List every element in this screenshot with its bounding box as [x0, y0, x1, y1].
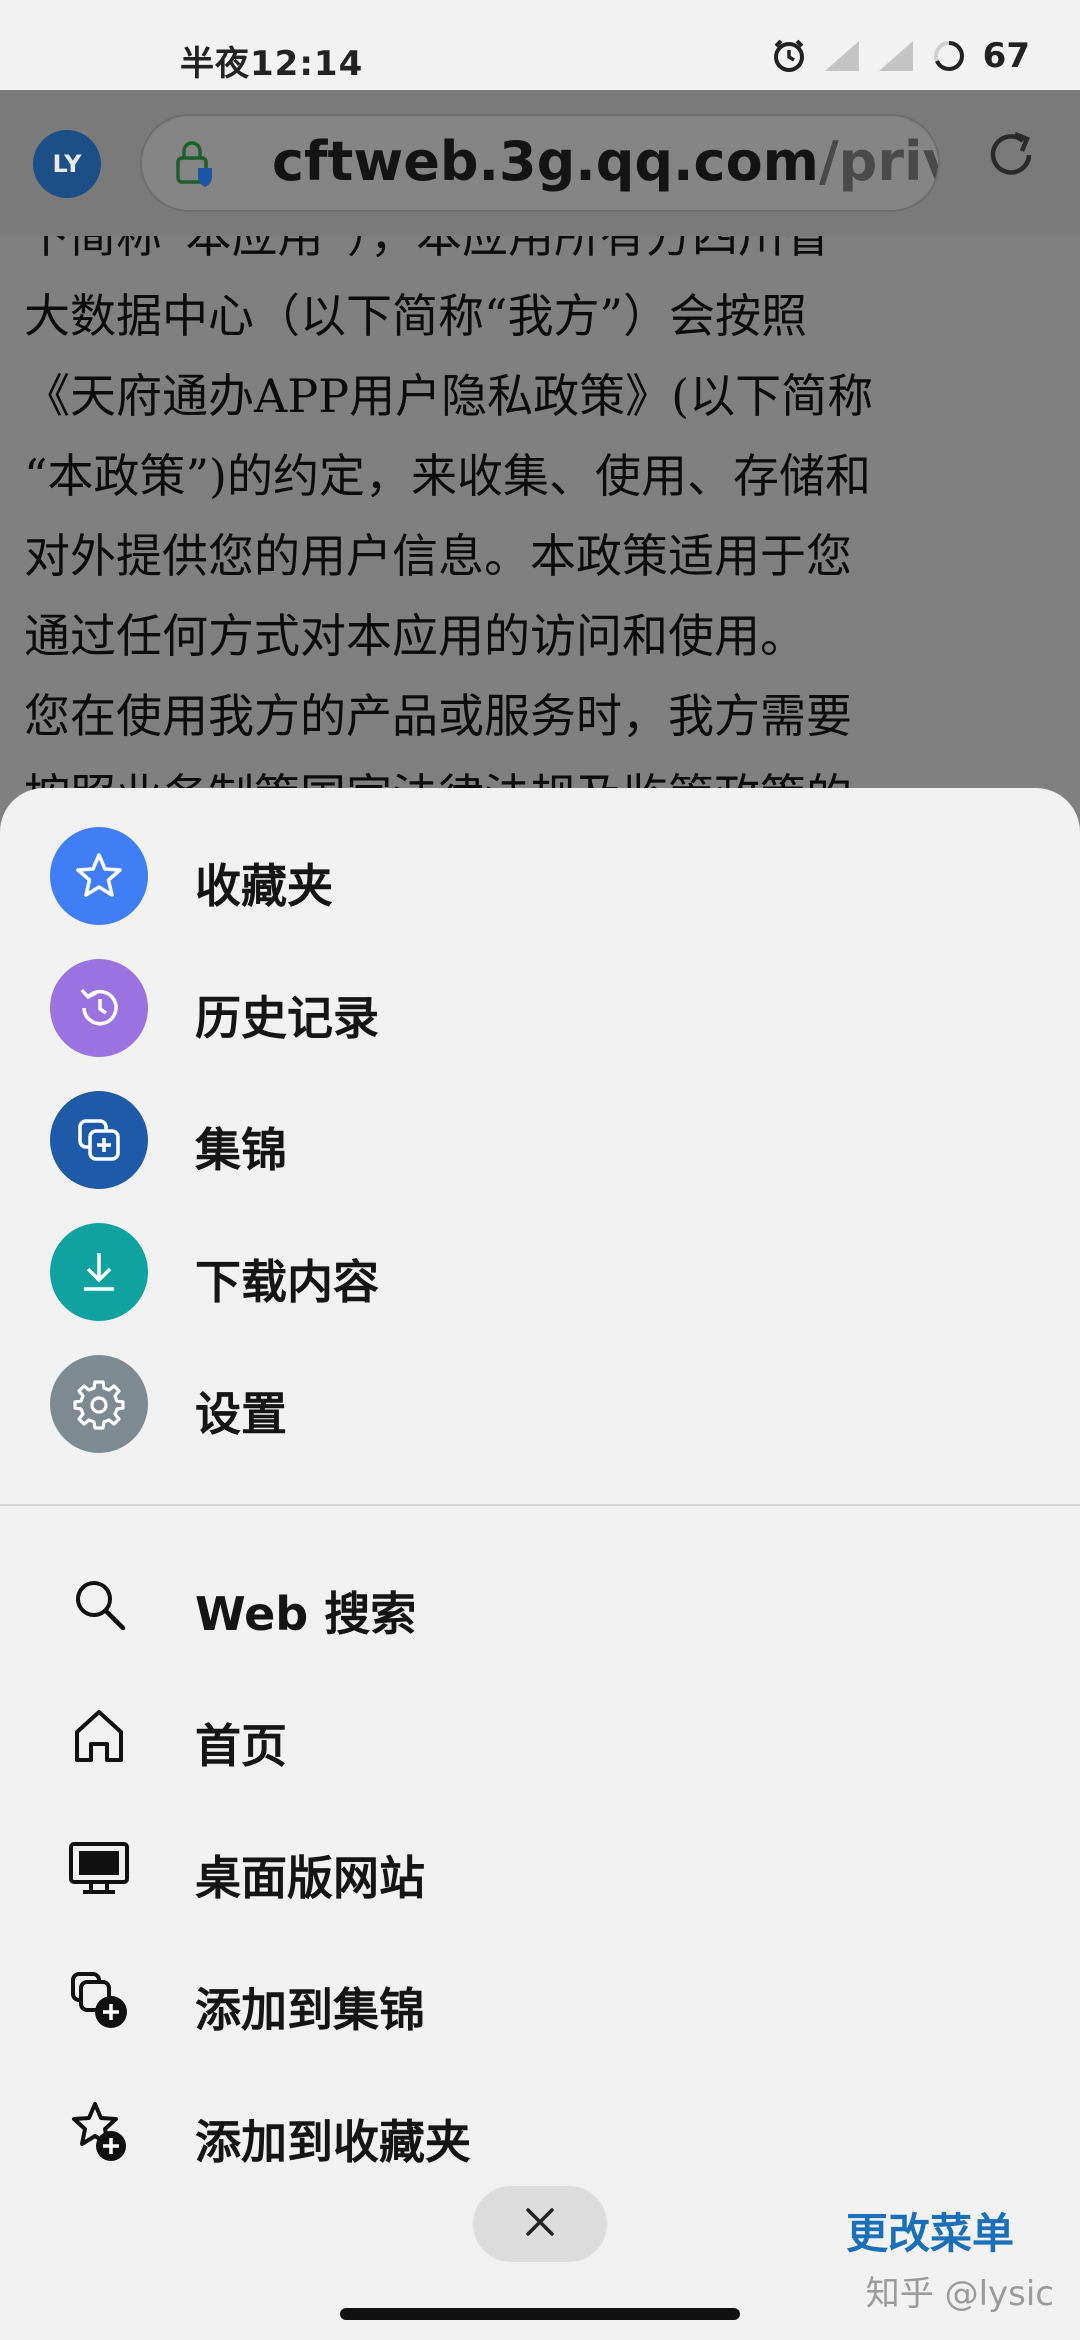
- signal-icon: [877, 39, 915, 73]
- text-line: 《天府通办APP用户隐私政策》(以下简称: [24, 369, 874, 423]
- menu-item-favorites[interactable]: 收藏夹: [0, 810, 1080, 942]
- text-line: 通过任何方式对本应用的访问和使用。: [24, 609, 806, 663]
- menu-label: 集锦: [195, 1123, 287, 1177]
- refresh-icon[interactable]: [982, 126, 1040, 188]
- menu-label: 收藏夹: [195, 859, 333, 913]
- text-line: “本政策”)的约定，来收集、使用、存储和: [24, 449, 871, 503]
- menu-label: 桌面版网站: [195, 1851, 425, 1905]
- star-icon: [50, 827, 148, 925]
- desktop-icon: [62, 1836, 136, 1900]
- menu-item-collections[interactable]: 集锦: [0, 1074, 1080, 1206]
- add-to-collections-icon: [62, 1968, 136, 2032]
- home-icon: [62, 1704, 136, 1768]
- add-to-favorites-icon: [62, 2100, 136, 2164]
- menu-label: 首页: [195, 1719, 287, 1773]
- menu-item-history[interactable]: 历史记录: [0, 942, 1080, 1074]
- history-icon: [50, 959, 148, 1057]
- menu-item-home[interactable]: 首页: [0, 1670, 1080, 1802]
- menu-label: Web 搜索: [195, 1587, 417, 1641]
- privacy-policy-text: 下简称“本应用”），本应用所有方四川省 大数据中心（以下简称“我方”）会按照 《…: [24, 236, 1064, 796]
- profile-avatar[interactable]: LY: [33, 130, 101, 198]
- search-icon: [62, 1572, 136, 1636]
- text-line: 对外提供您的用户信息。本政策适用于您: [24, 529, 852, 583]
- battery-ring-icon: [931, 38, 967, 74]
- close-icon: [522, 2204, 558, 2244]
- lock-shield-icon[interactable]: [172, 138, 216, 192]
- watermark: 知乎 @lysic: [865, 2274, 1054, 2314]
- signal-icon: [823, 39, 861, 73]
- menu-item-desktop-site[interactable]: 桌面版网站: [0, 1802, 1080, 1934]
- gear-icon: [50, 1355, 148, 1453]
- web-page-content: 下简称“本应用”），本应用所有方四川省 大数据中心（以下简称“我方”）会按照 《…: [0, 236, 1080, 796]
- collections-icon: [50, 1091, 148, 1189]
- browser-menu-sheet: 收藏夹 历史记录 集锦 下载内容 设置 Web 搜索 首页 桌面版网站 添加到集…: [0, 788, 1080, 2340]
- status-bar: 半夜12:14 67: [0, 0, 1080, 90]
- menu-label: 设置: [195, 1387, 287, 1441]
- text-line: 您在使用我方的产品或服务时，我方需要: [24, 689, 852, 743]
- battery-level: 67: [982, 36, 1030, 76]
- menu-label: 历史记录: [195, 991, 379, 1045]
- home-indicator[interactable]: [340, 2308, 740, 2320]
- browser-toolbar: LY cftweb.3g.qq.com/privac: [0, 90, 1080, 236]
- menu-item-add-to-collections[interactable]: 添加到集锦: [0, 1934, 1080, 2066]
- status-icons: 67: [771, 34, 1030, 78]
- text-line: 下简称“本应用”），本应用所有方四川省: [24, 236, 831, 263]
- status-time: 半夜12:14: [180, 44, 364, 84]
- menu-item-settings[interactable]: 设置: [0, 1338, 1080, 1470]
- menu-item-web-search[interactable]: Web 搜索: [0, 1538, 1080, 1670]
- change-menu-button[interactable]: 更改菜单: [846, 2200, 1014, 2261]
- menu-label: 添加到收藏夹: [195, 2115, 471, 2169]
- menu-label: 添加到集锦: [195, 1983, 425, 2037]
- address-bar[interactable]: cftweb.3g.qq.com/privac: [140, 114, 940, 212]
- download-icon: [50, 1223, 148, 1321]
- alarm-icon: [771, 38, 807, 74]
- url-path: /privac: [818, 130, 938, 193]
- text-line: 大数据中心（以下简称“我方”）会按照: [24, 289, 808, 343]
- menu-label: 下载内容: [195, 1255, 379, 1309]
- close-menu-button[interactable]: [473, 2186, 607, 2262]
- menu-divider: [0, 1504, 1080, 1506]
- url-domain: cftweb.3g.qq.com: [272, 130, 819, 193]
- menu-item-add-to-favorites[interactable]: 添加到收藏夹: [0, 2066, 1080, 2198]
- menu-item-downloads[interactable]: 下载内容: [0, 1206, 1080, 1338]
- url-text[interactable]: cftweb.3g.qq.com/privac: [272, 130, 938, 193]
